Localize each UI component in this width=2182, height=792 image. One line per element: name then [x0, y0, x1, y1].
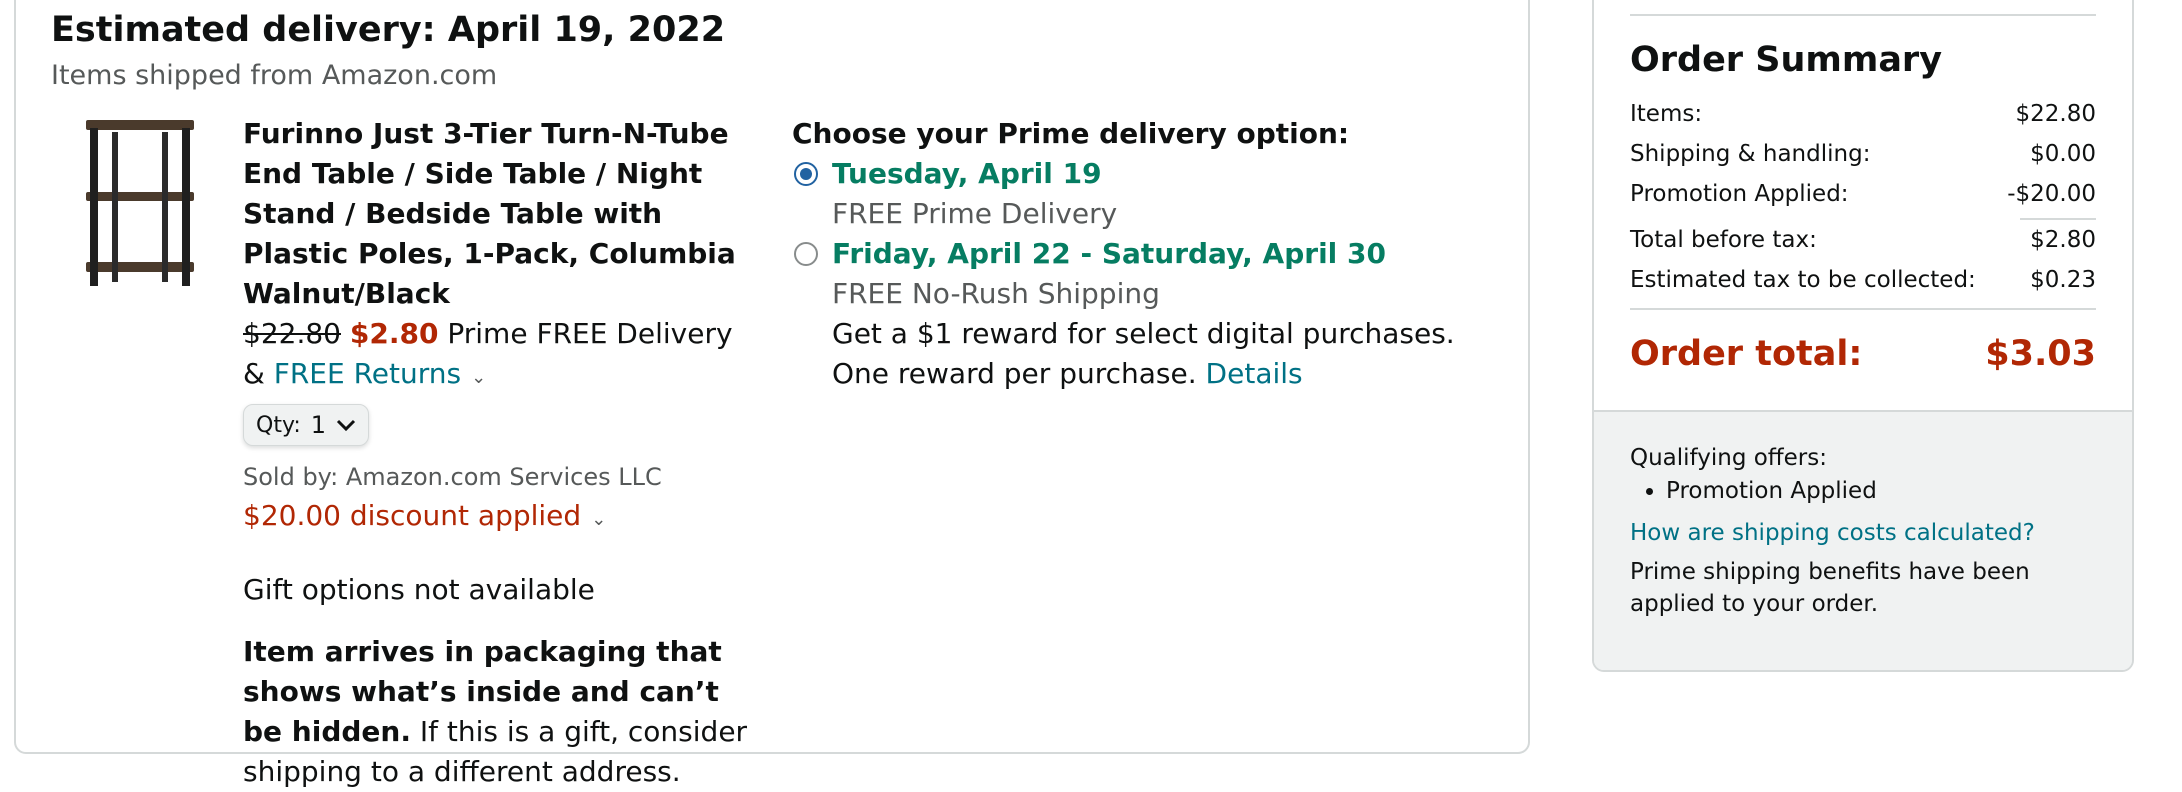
details-link[interactable]: Details: [1206, 357, 1303, 390]
summary-row-before-tax: Total before tax: $2.80: [1630, 220, 2096, 260]
qualifying-offers-list: Promotion Applied: [1630, 474, 2096, 508]
summary-row-items: Items: $22.80: [1630, 94, 2096, 134]
qty-label: Qty:: [256, 412, 301, 438]
shipping-label: Shipping & handling:: [1630, 141, 1871, 167]
delivery-options: Choose your Prime delivery option: Tuesd…: [792, 114, 1472, 394]
delivery-option-2[interactable]: Friday, April 22 - Saturday, April 30 FR…: [792, 234, 1472, 394]
before-tax-value: $2.80: [2030, 227, 2096, 253]
product-title[interactable]: Furinno Just 3-Tier Turn-N-Tube End Tabl…: [243, 114, 753, 314]
order-total-value: $3.03: [1985, 334, 2096, 374]
shipping-costs-link[interactable]: How are shipping costs calculated?: [1630, 516, 2096, 550]
prime-delivery-text: Prime FREE Delivery: [447, 317, 733, 350]
sold-by: Sold by: Amazon.com Services LLC: [243, 460, 753, 494]
free-returns-link[interactable]: FREE Returns: [274, 357, 461, 390]
chevron-down-icon[interactable]: ⌄: [471, 367, 486, 388]
radio-selected-icon[interactable]: [794, 162, 818, 186]
sale-price: $2.80: [349, 317, 439, 350]
reward-text: Get a $1 reward for select digital purch…: [832, 314, 1472, 394]
chevron-down-icon: [337, 419, 356, 432]
qualifying-offers-label: Qualifying offers:: [1630, 445, 1827, 471]
items-value: $22.80: [2015, 101, 2096, 127]
ampersand: &: [243, 357, 265, 390]
promotion-value: -$20.00: [2007, 181, 2096, 207]
discount-text: $20.00 discount applied: [243, 499, 582, 532]
tax-label: Estimated tax to be collected:: [1630, 267, 1976, 293]
order-summary-title: Order Summary: [1630, 40, 1943, 80]
delivery-option-desc: FREE Prime Delivery: [832, 197, 1118, 230]
before-tax-label: Total before tax:: [1630, 227, 1817, 253]
delivery-estimate-title: Estimated delivery: April 19, 2022: [51, 10, 726, 50]
quantity-select[interactable]: Qty: 1: [243, 404, 370, 446]
price-line: $22.80 $2.80 Prime FREE Delivery & FREE …: [243, 314, 753, 398]
order-total-row: Order total: $3.03: [1630, 334, 2096, 374]
delivery-option-date: Tuesday, April 19: [832, 157, 1102, 190]
discount-applied[interactable]: $20.00 discount applied ⌄: [243, 496, 753, 540]
qty-value: 1: [310, 411, 327, 439]
items-label: Items:: [1630, 101, 1703, 127]
order-summary-panel: Order Summary Items: $22.80 Shipping & h…: [1592, 0, 2134, 672]
order-total-label: Order total:: [1630, 334, 1863, 374]
list-item: Promotion Applied: [1666, 474, 2096, 508]
product-details: Furinno Just 3-Tier Turn-N-Tube End Tabl…: [243, 114, 753, 792]
reward-description: Get a $1 reward for select digital purch…: [832, 317, 1455, 390]
product-image[interactable]: [78, 112, 202, 292]
delivery-option-1[interactable]: Tuesday, April 19 FREE Prime Delivery: [792, 154, 1472, 234]
summary-row-shipping: Shipping & handling: $0.00: [1630, 134, 2096, 174]
tax-value: $0.23: [2030, 267, 2096, 293]
promotion-label: Promotion Applied:: [1630, 181, 1849, 207]
qualifying-offers-box: Qualifying offers: Promotion Applied How…: [1594, 410, 2132, 670]
chevron-down-icon: ⌄: [591, 509, 607, 530]
divider: [1630, 14, 2096, 16]
prime-benefits-text: Prime shipping benefits have been applie…: [1630, 559, 2030, 617]
radio-unselected-icon[interactable]: [794, 242, 818, 266]
gift-options-text: Gift options not available: [243, 573, 595, 606]
seller-name: Amazon.com Services LLC: [345, 463, 662, 491]
packaging-notice: Item arrives in packaging that shows wha…: [243, 632, 753, 792]
summary-rows: Items: $22.80 Shipping & handling: $0.00…: [1630, 94, 2096, 374]
summary-row-tax: Estimated tax to be collected: $0.23: [1630, 260, 2096, 300]
original-price: $22.80: [243, 317, 341, 350]
delivery-options-heading: Choose your Prime delivery option:: [792, 117, 1350, 150]
delivery-option-date: Friday, April 22 - Saturday, April 30: [832, 237, 1386, 270]
sold-by-label: Sold by:: [243, 463, 339, 491]
divider: [1630, 308, 2096, 310]
shipped-from-text: Items shipped from Amazon.com: [51, 60, 498, 91]
shipping-value: $0.00: [2030, 141, 2096, 167]
delivery-option-desc: FREE No-Rush Shipping: [832, 277, 1160, 310]
summary-row-promotion: Promotion Applied: -$20.00: [1630, 174, 2096, 214]
